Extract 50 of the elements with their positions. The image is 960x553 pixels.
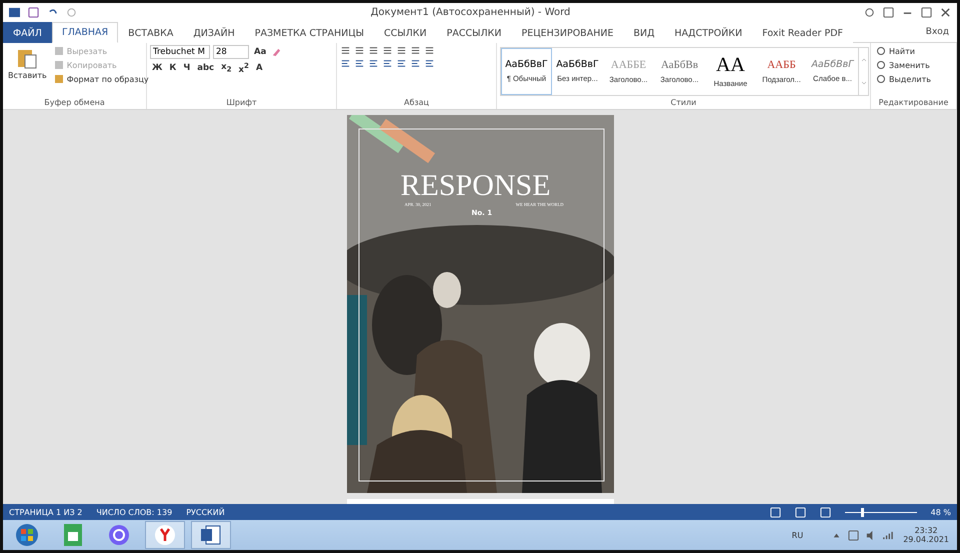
ribbon-tab[interactable]: ГЛАВНАЯ <box>52 22 118 43</box>
cover-title: RESPONSE <box>400 171 551 201</box>
editing-button[interactable]: Найти <box>874 45 933 57</box>
justify-icon <box>382 58 393 69</box>
zoom-reading: 48 % <box>930 508 951 516</box>
group-label: Шрифт <box>225 98 258 109</box>
clear-formatting-icon <box>271 46 282 58</box>
group-label: Редактирование <box>878 98 950 109</box>
clock-time: 23:32 <box>914 526 938 535</box>
document-app-icon <box>200 524 222 546</box>
clock-date: 29.04.2021 <box>903 535 949 544</box>
align-right-icon <box>368 58 379 69</box>
zoom-thumb[interactable] <box>860 508 864 516</box>
group-label: Стили <box>670 98 698 109</box>
browser-icon <box>154 524 176 546</box>
font-name-field[interactable]: Trebuchet M <box>150 45 210 59</box>
paste-button[interactable]: Вставить <box>6 45 49 98</box>
signal-icon <box>882 530 894 540</box>
status-item: РУССКИЙ <box>186 508 225 516</box>
format-button[interactable]: Ч <box>181 62 192 73</box>
align-left-icon <box>340 58 351 69</box>
close-icon <box>940 7 951 18</box>
group-label: Абзац <box>402 98 430 109</box>
clipboard-button[interactable]: Формат по образцу <box>52 73 151 85</box>
clipboard-icon <box>17 47 38 69</box>
group-label: Буфер обмена <box>43 98 106 109</box>
scroll-up-icon <box>860 56 866 63</box>
window-title: Документ1 (Автосохраненный) - Word <box>370 7 572 18</box>
chat-bubble-icon <box>108 524 130 546</box>
format-button[interactable]: К <box>167 62 178 73</box>
format-button[interactable]: abc <box>195 62 216 73</box>
format-button[interactable]: Ж <box>150 62 164 73</box>
taskbar-app[interactable] <box>145 521 185 549</box>
font-color-button[interactable]: A <box>254 62 265 73</box>
editing-button[interactable]: Выделить <box>874 73 933 85</box>
font-size-field[interactable]: 28 <box>213 45 249 59</box>
spreadsheet-icon <box>64 524 82 546</box>
sign-in-link[interactable]: Вход <box>918 27 957 37</box>
align-center-icon <box>354 58 365 69</box>
language-indicator[interactable]: RU <box>792 530 804 540</box>
status-item: ЧИСЛО СЛОВ: 139 <box>96 508 172 516</box>
scroll-down-icon <box>860 80 866 86</box>
status-item: СТРАНИЦА 1 ИЗ 2 <box>9 508 82 516</box>
format-button[interactable]: x$_{2}$ <box>219 62 234 74</box>
format-button[interactable]: x$^{2}$ <box>236 61 251 75</box>
file-tab[interactable]: ФАЙЛ <box>3 22 52 43</box>
change-case-button[interactable]: Aa <box>252 47 268 57</box>
editing-button[interactable]: Заменить <box>874 59 933 71</box>
start-orb-icon <box>15 523 39 547</box>
taskbar-app[interactable] <box>191 521 231 549</box>
